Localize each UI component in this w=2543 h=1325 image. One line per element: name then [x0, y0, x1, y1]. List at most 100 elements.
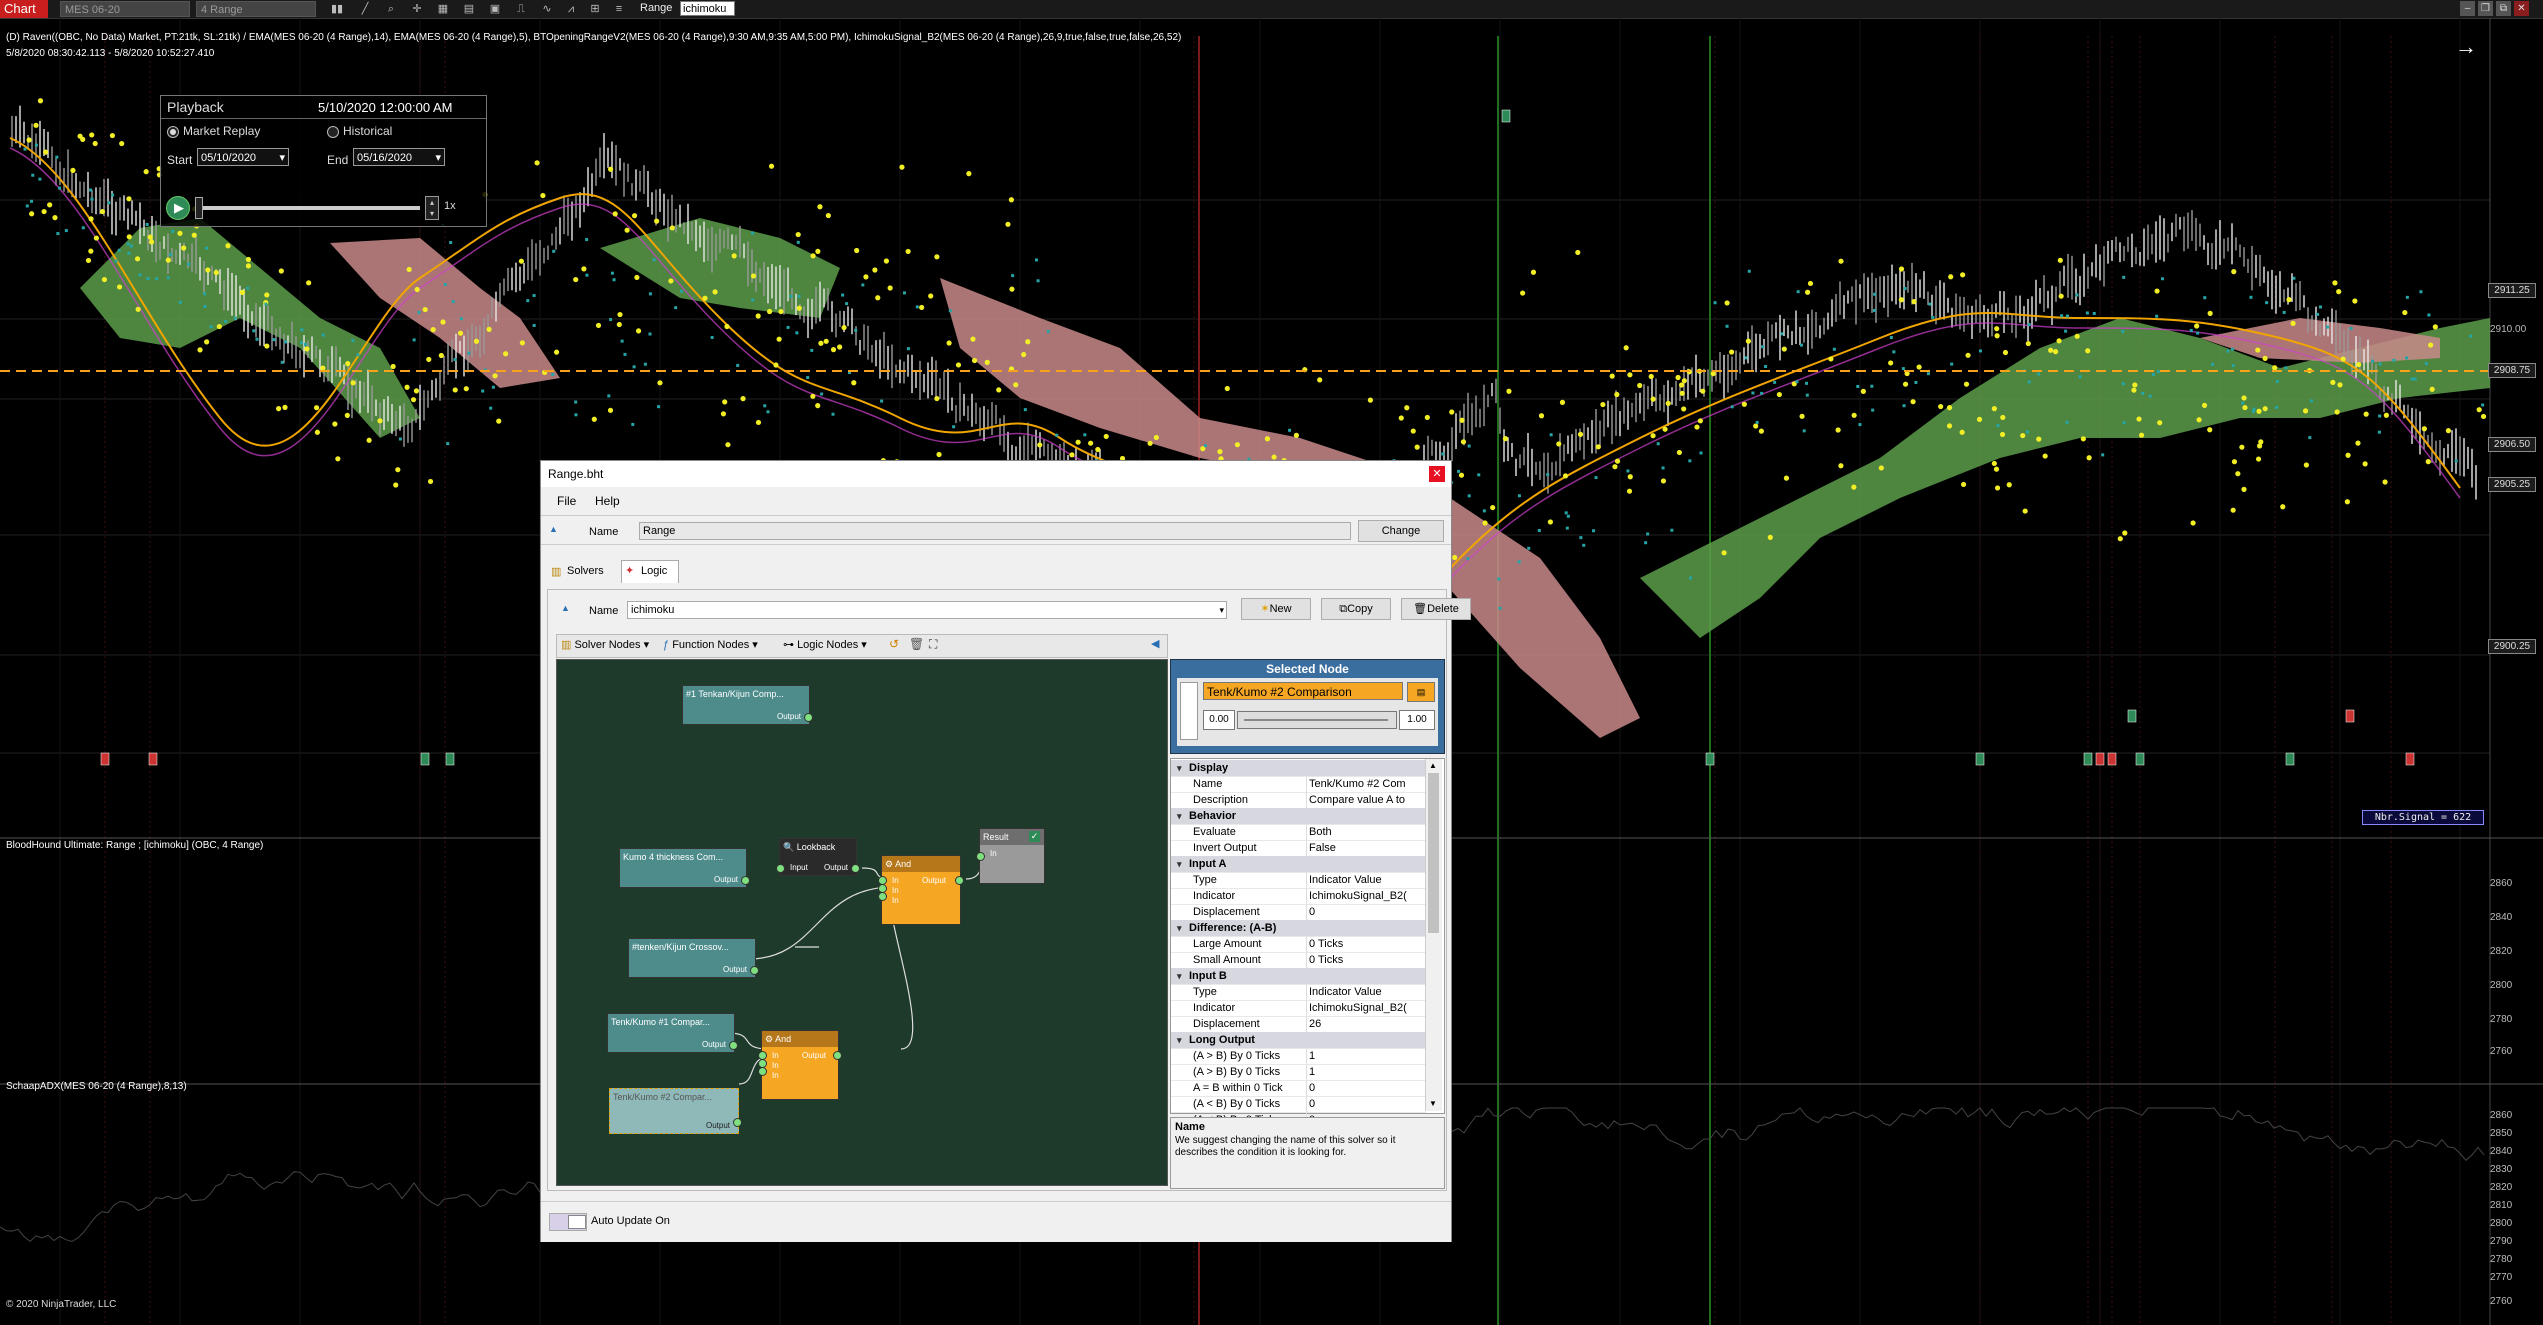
- property-value[interactable]: 0 Ticks: [1306, 936, 1429, 952]
- minimize-icon[interactable]: –: [2460, 1, 2475, 16]
- chart-tab[interactable]: Chart: [0, 0, 48, 18]
- property-value[interactable]: Indicator Value: [1306, 872, 1429, 888]
- chevron-down-icon[interactable]: ▾: [1177, 856, 1182, 872]
- node-menu-icon[interactable]: ▤: [1407, 682, 1435, 702]
- range-max-field[interactable]: 1.00: [1399, 710, 1435, 730]
- property-category[interactable]: ▾ Long Output: [1171, 1032, 1426, 1049]
- property-grid-scrollbar[interactable]: ▲ ▼: [1425, 759, 1442, 1111]
- playback-slider-track[interactable]: [198, 206, 420, 210]
- start-date-field[interactable]: 05/10/2020 ▾: [197, 148, 289, 166]
- property-value[interactable]: Compare value A to: [1306, 792, 1429, 808]
- output-port[interactable]: [804, 713, 813, 722]
- new-button[interactable]: ✶New: [1241, 598, 1311, 620]
- property-row[interactable]: Type Indicator Value: [1171, 872, 1426, 889]
- window-close-icon[interactable]: ✕: [2514, 1, 2529, 16]
- chart-trader-icon[interactable]: ⊞: [588, 2, 602, 16]
- node-tenk-kumo-2-selected[interactable]: Tenk/Kumo #2 Compar... Output: [609, 1088, 742, 1134]
- logic-nodes-menu[interactable]: ⊶ Logic Nodes ▾: [783, 638, 867, 651]
- property-category[interactable]: ▾ Display: [1171, 760, 1426, 777]
- scroll-down-icon[interactable]: ▼: [1429, 1099, 1437, 1108]
- property-value[interactable]: 0: [1306, 1096, 1429, 1112]
- indicators-icon[interactable]: ∿: [540, 2, 554, 16]
- property-row[interactable]: Invert Output False: [1171, 840, 1426, 857]
- logic-name-dropdown[interactable]: ichimoku ▾: [627, 601, 1227, 619]
- analyzer-icon[interactable]: ⩘: [564, 2, 578, 16]
- scroll-up-icon[interactable]: ▲: [1429, 761, 1437, 770]
- tab-logic[interactable]: Logic: [641, 565, 667, 577]
- property-value[interactable]: False: [1306, 840, 1429, 856]
- input-port[interactable]: [758, 1067, 767, 1076]
- property-value[interactable]: IchimokuSignal_B2(: [1306, 888, 1429, 904]
- bar-type-selector[interactable]: 4 Range: [196, 1, 316, 17]
- node-color-swatch[interactable]: [1180, 682, 1198, 740]
- dialog-close-icon[interactable]: ✕: [1429, 466, 1445, 482]
- undo-icon[interactable]: ↺: [889, 637, 899, 651]
- properties-icon[interactable]: ▣: [488, 2, 502, 16]
- property-row[interactable]: Name Tenk/Kumo #2 Com: [1171, 776, 1426, 793]
- node-and-2[interactable]: ⚙ And In In In Output: [758, 1030, 842, 1100]
- property-grid[interactable]: ▾ Display Name Tenk/Kumo #2 Com Description C…: [1170, 758, 1445, 1145]
- property-value[interactable]: 1: [1306, 1064, 1429, 1080]
- chevron-down-icon[interactable]: ▾: [1177, 920, 1182, 936]
- zoom-icon[interactable]: ⌕: [384, 2, 398, 16]
- property-row[interactable]: (A > B) By 0 Ticks 1: [1171, 1048, 1426, 1065]
- property-row[interactable]: Large Amount 0 Ticks: [1171, 936, 1426, 953]
- restore-icon[interactable]: ❐: [2478, 1, 2493, 16]
- output-port[interactable]: [741, 876, 750, 885]
- calendar-dropdown-icon[interactable]: ▾: [279, 149, 285, 167]
- node-and-1[interactable]: ⚙ And In In In Output: [878, 855, 964, 925]
- chevron-down-icon[interactable]: ▾: [1177, 760, 1182, 776]
- node-tenk-kumo-1[interactable]: Tenk/Kumo #1 Compar... Output: [607, 1013, 738, 1053]
- output-port[interactable]: [733, 1118, 742, 1127]
- copy-button[interactable]: ⧉Copy: [1321, 598, 1391, 620]
- arrow-right-icon[interactable]: →: [2455, 34, 2477, 60]
- property-category[interactable]: ▾ Input A: [1171, 856, 1426, 873]
- output-port[interactable]: [833, 1051, 842, 1060]
- crosshair-icon[interactable]: ✛: [410, 2, 424, 16]
- solver-nodes-menu[interactable]: ▥ Solver Nodes ▾: [561, 638, 649, 651]
- property-row[interactable]: (A < B) By 0 Ticks 0: [1171, 1096, 1426, 1113]
- market-replay-radio[interactable]: [167, 126, 179, 138]
- input-port[interactable]: [976, 852, 985, 861]
- selected-node-name[interactable]: Tenk/Kumo #2 Comparison: [1203, 682, 1403, 700]
- collapse-left-icon[interactable]: ◀: [1151, 637, 1159, 650]
- property-row[interactable]: Type Indicator Value: [1171, 984, 1426, 1001]
- trash-icon[interactable]: 🗑: [909, 637, 924, 651]
- property-category[interactable]: ▾ Difference: (A-B): [1171, 920, 1426, 937]
- historical-radio[interactable]: [327, 126, 339, 138]
- speed-spinner[interactable]: ▴ ▾: [425, 196, 439, 220]
- menu-file[interactable]: File: [557, 494, 576, 508]
- node-kumo-thickness[interactable]: Kumo 4 thickness Com... Output: [619, 848, 750, 888]
- chevron-down-icon[interactable]: ▾: [1177, 968, 1182, 984]
- property-row[interactable]: (A > B) By 0 Ticks 1: [1171, 1064, 1426, 1081]
- play-button[interactable]: ▶: [166, 196, 190, 220]
- delete-button[interactable]: 🗑Delete: [1401, 598, 1471, 620]
- fit-view-icon[interactable]: ⛶: [929, 637, 937, 652]
- tab-solvers[interactable]: Solvers: [567, 565, 604, 577]
- output-port[interactable]: [750, 966, 759, 975]
- property-category[interactable]: ▾ Input B: [1171, 968, 1426, 985]
- output-port[interactable]: [955, 876, 964, 885]
- property-row[interactable]: Description Compare value A to: [1171, 792, 1426, 809]
- input-port[interactable]: [776, 864, 785, 873]
- property-value[interactable]: Tenk/Kumo #2 Com: [1306, 776, 1429, 792]
- list-icon[interactable]: ≡: [612, 2, 626, 16]
- change-button[interactable]: Change: [1358, 520, 1444, 542]
- chevron-down-icon[interactable]: ▾: [1219, 602, 1224, 618]
- auto-update-toggle[interactable]: [549, 1213, 587, 1231]
- property-row[interactable]: Indicator IchimokuSignal_B2(: [1171, 1000, 1426, 1017]
- node-tenken-kijun-crossover[interactable]: #tenken/Kijun Crossov... Output: [628, 938, 759, 978]
- property-value[interactable]: Indicator Value: [1306, 984, 1429, 1000]
- dock-icon[interactable]: ⧉: [2496, 1, 2511, 16]
- property-row[interactable]: Displacement 0: [1171, 904, 1426, 921]
- strategy-icon[interactable]: ⎍: [514, 2, 528, 16]
- node-lookback[interactable]: 🔍 Lookback Input Output: [776, 838, 860, 876]
- property-value[interactable]: 26: [1306, 1016, 1429, 1032]
- collapse-up-icon[interactable]: ▲: [561, 603, 570, 613]
- property-category[interactable]: ▾ Behavior: [1171, 808, 1426, 825]
- playback-slider-thumb[interactable]: [195, 197, 203, 219]
- input-port[interactable]: [878, 892, 887, 901]
- property-row[interactable]: Displacement 26: [1171, 1016, 1426, 1033]
- range-input[interactable]: ichimoku: [680, 1, 735, 16]
- property-row[interactable]: Indicator IchimokuSignal_B2(: [1171, 888, 1426, 905]
